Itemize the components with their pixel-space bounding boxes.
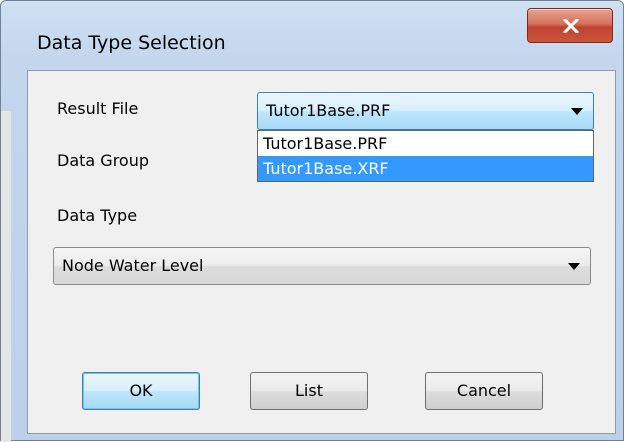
result-file-dropdown-list: Tutor1Base.PRF Tutor1Base.XRF — [257, 130, 594, 182]
close-button[interactable] — [527, 8, 613, 43]
result-file-label: Result File — [57, 99, 139, 118]
ok-button[interactable]: OK — [82, 372, 200, 410]
chevron-down-icon[interactable] — [571, 108, 583, 115]
chevron-down-icon[interactable] — [568, 263, 580, 270]
list-button[interactable]: List — [250, 372, 368, 410]
data-type-label: Data Type — [57, 206, 138, 225]
result-file-option[interactable]: Tutor1Base.PRF — [258, 131, 593, 156]
data-type-value: Node Water Level — [62, 256, 204, 275]
result-file-combo[interactable]: Tutor1Base.PRF — [257, 92, 594, 130]
close-icon — [563, 19, 579, 33]
result-file-value: Tutor1Base.PRF — [266, 101, 391, 120]
data-group-label: Data Group — [57, 151, 149, 170]
cancel-button[interactable]: Cancel — [425, 372, 543, 410]
result-file-option-highlighted[interactable]: Tutor1Base.XRF — [258, 156, 593, 181]
data-type-combo[interactable]: Node Water Level — [53, 247, 591, 285]
window-left-edge — [1, 111, 11, 442]
window-title: Data Type Selection — [37, 32, 226, 54]
